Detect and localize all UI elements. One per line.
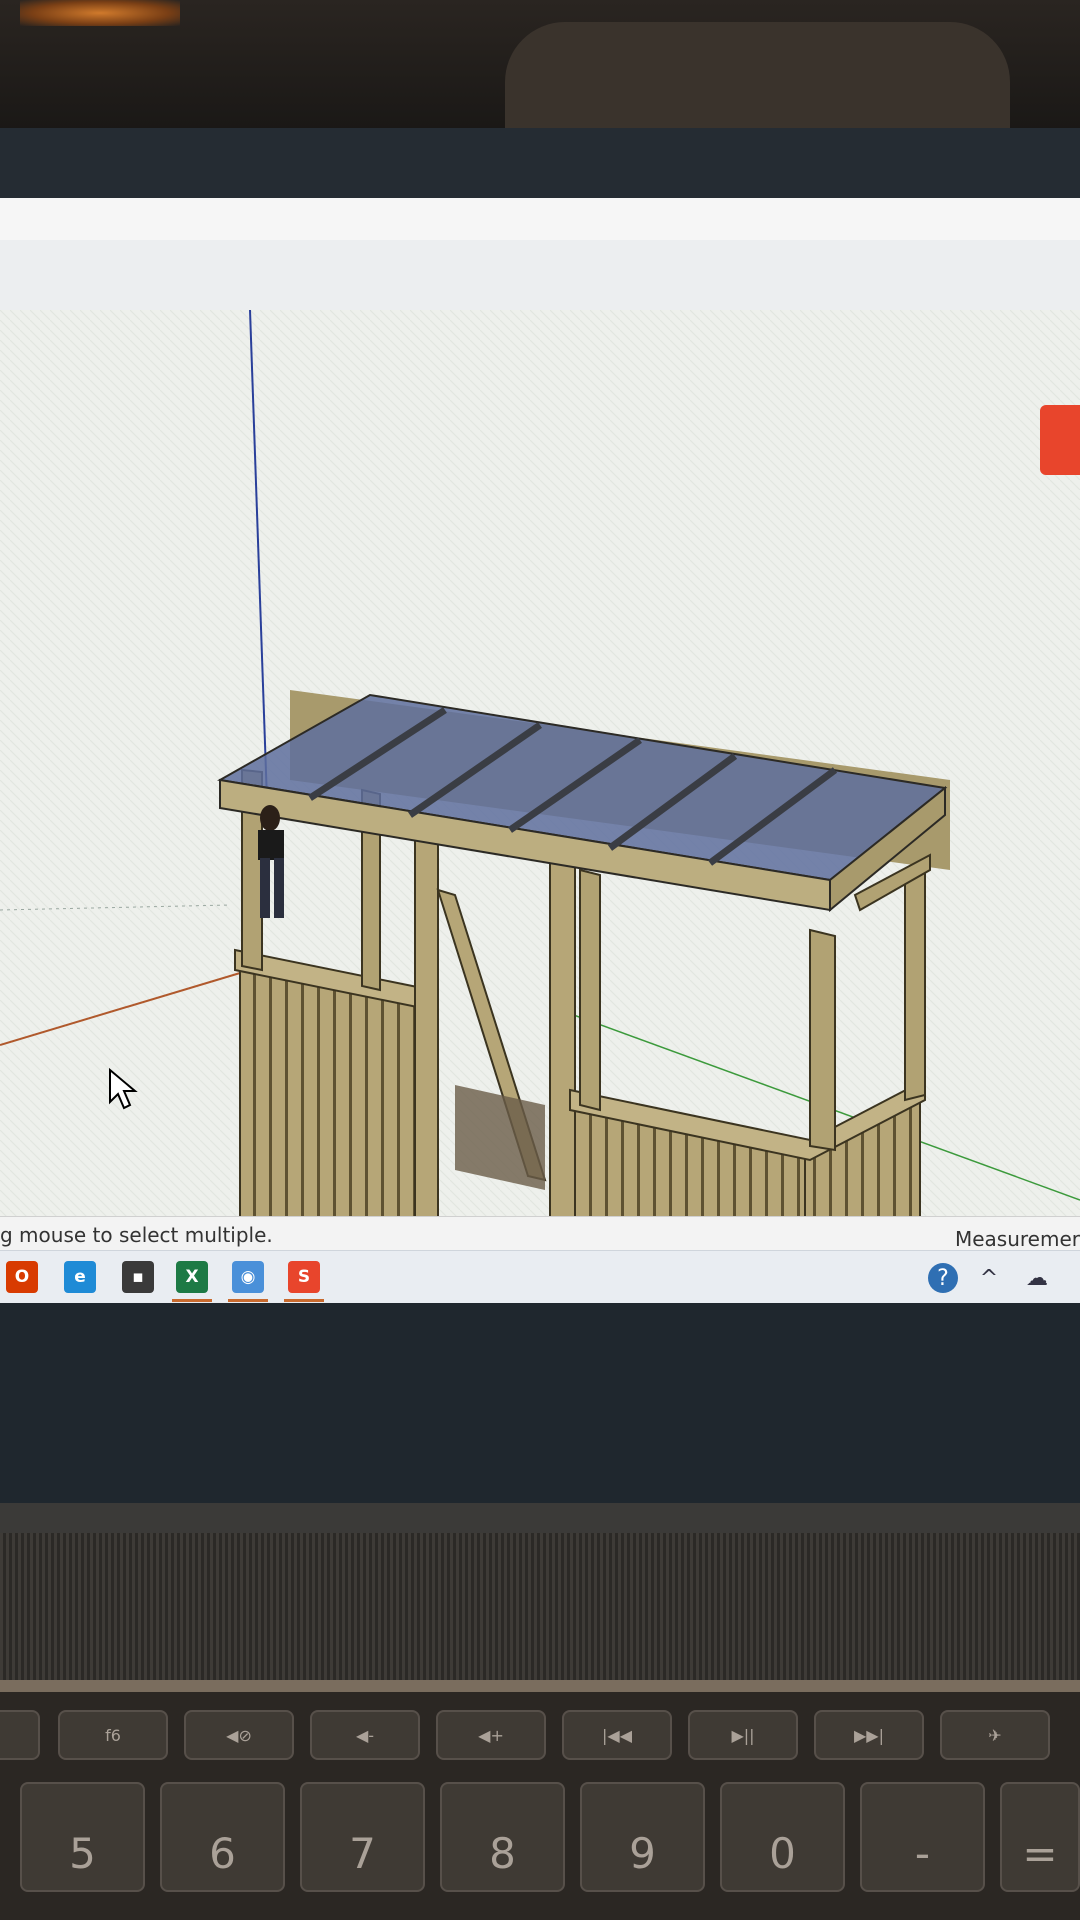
screen-bezel-top [0,128,1080,200]
key-volume-up[interactable]: ◀+ [436,1710,546,1760]
measurements-label: Measuremer [954,1227,1080,1251]
key-0[interactable]: 0 [720,1782,845,1892]
excel-active-indicator [172,1299,212,1302]
office-icon[interactable]: O [6,1261,38,1293]
deck-edge [0,1680,1080,1692]
chair-back [505,22,1010,130]
screen-bezel-bottom [0,1303,1080,1503]
help-icon[interactable]: ? [928,1263,958,1293]
right-mid-post [579,868,601,1112]
key-5[interactable]: 5 [20,1782,145,1892]
key-volume-down[interactable]: ◀- [310,1710,420,1760]
sticky-notes-icon[interactable]: ▪ [122,1261,154,1293]
speaker-grille [0,1533,1080,1683]
chrome-active-indicator [228,1299,268,1302]
toolbar [0,240,1080,311]
door-post-left [414,813,439,1216]
key-play-pause[interactable]: ▶|| [688,1710,798,1760]
sketchup-window: g mouse to select multiple. Measuremer O… [0,198,1080,1303]
keyboard: f6 ◀⊘ ◀- ◀+ |◀◀ ▶|| ▶▶| ✈ 5 6 7 8 9 0 - … [0,1692,1080,1920]
laptop-hinge [0,1503,1080,1533]
key-mute[interactable]: ◀⊘ [184,1710,294,1760]
onedrive-icon[interactable]: ☁ [1022,1263,1052,1293]
key-previous-track[interactable]: |◀◀ [562,1710,672,1760]
excel-icon[interactable]: X [176,1261,208,1293]
chrome-icon[interactable]: ◉ [232,1261,264,1293]
right-front-post [809,928,836,1152]
status-hint: g mouse to select multiple. [0,1223,273,1247]
edge-icon[interactable]: e [64,1261,96,1293]
key-8[interactable]: 8 [440,1782,565,1892]
door-post-right [549,846,576,1216]
key-7[interactable]: 7 [300,1782,425,1892]
key-fn-partial[interactable] [0,1710,40,1760]
key-9[interactable]: 9 [580,1782,705,1892]
key-6[interactable]: 6 [160,1782,285,1892]
status-bar: g mouse to select multiple. Measuremer [0,1216,1080,1251]
sketchup-active-indicator [284,1299,324,1302]
key-airplane-mode[interactable]: ✈ [940,1710,1050,1760]
key-minus[interactable]: - [860,1782,985,1892]
photo-of-laptop-screen: g mouse to select multiple. Measuremer O… [0,0,1080,1920]
key-f6[interactable]: f6 [58,1710,168,1760]
key-next-track[interactable]: ▶▶| [814,1710,924,1760]
sketchup-icon[interactable]: S [288,1261,320,1293]
menu-bar [0,198,1080,241]
model-canvas[interactable] [0,310,1080,1216]
end-post [904,863,926,1102]
chevron-up-icon[interactable]: ^ [974,1263,1004,1293]
room-background [0,0,1080,140]
lamp-glow [20,0,180,26]
3d-viewport[interactable] [0,310,1080,1216]
windows-taskbar: O e ▪ X ◉ S ? ^ ☁ [0,1250,1080,1303]
sketchup-logo [1040,405,1080,475]
key-equals[interactable]: = [1000,1782,1080,1892]
